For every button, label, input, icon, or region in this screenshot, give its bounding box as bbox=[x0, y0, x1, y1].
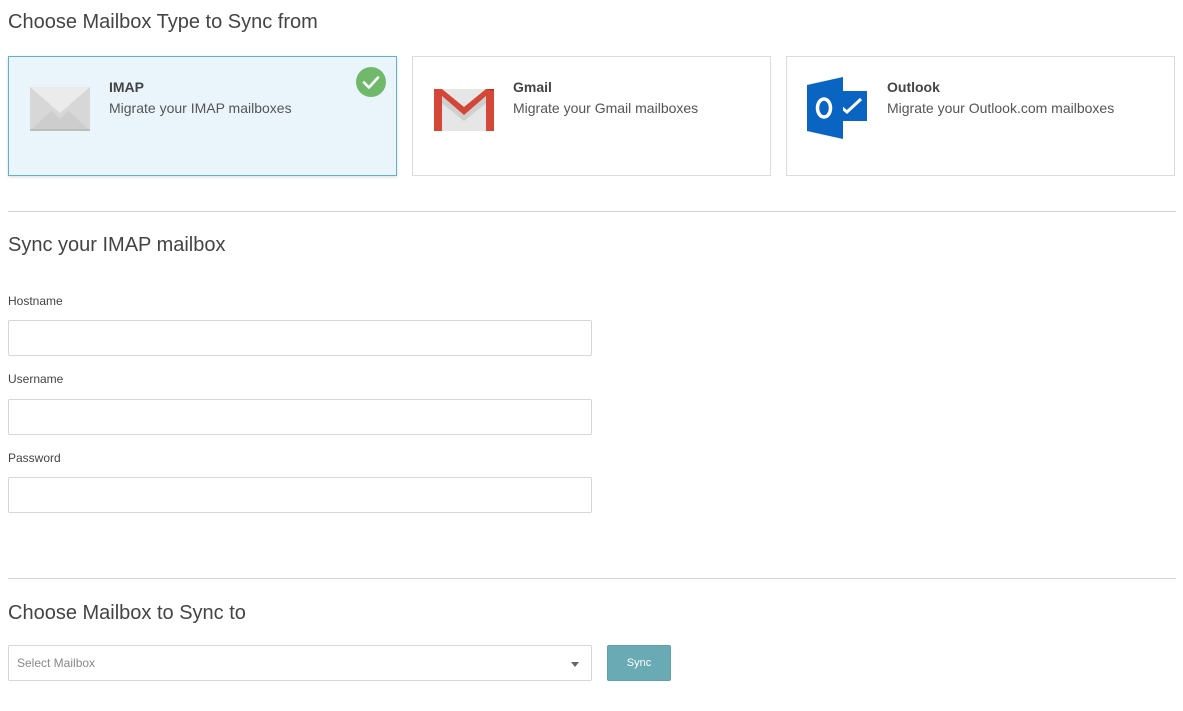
imap-card[interactable]: IMAP Migrate your IMAP mailboxes bbox=[8, 56, 397, 176]
gmail-card[interactable]: Gmail Migrate your Gmail mailboxes bbox=[412, 56, 771, 176]
imap-card-description: Migrate your IMAP mailboxes bbox=[109, 100, 292, 116]
section-divider bbox=[8, 578, 1176, 579]
checkmark-icon bbox=[356, 67, 386, 97]
password-label: Password bbox=[8, 451, 61, 465]
hostname-label: Hostname bbox=[8, 294, 63, 308]
outlook-logo-icon bbox=[807, 77, 869, 139]
gmail-card-title: Gmail bbox=[513, 79, 552, 95]
destination-section-title: Choose Mailbox to Sync to bbox=[8, 602, 246, 624]
sync-button[interactable]: Sync bbox=[607, 645, 671, 681]
password-input[interactable] bbox=[8, 477, 592, 513]
username-label: Username bbox=[8, 372, 64, 386]
envelope-icon bbox=[29, 77, 91, 139]
gmail-logo-icon bbox=[433, 77, 495, 139]
imap-card-title: IMAP bbox=[109, 79, 144, 95]
username-input[interactable] bbox=[8, 399, 592, 435]
chevron-down-icon bbox=[571, 662, 579, 667]
mailbox-select-placeholder: Select Mailbox bbox=[17, 656, 96, 670]
section-divider bbox=[8, 211, 1176, 212]
mailbox-select[interactable]: Select Mailbox bbox=[8, 645, 592, 681]
hostname-input[interactable] bbox=[8, 320, 592, 356]
sync-mailbox-page: Choose Mailbox Type to Sync from IMAP Mi… bbox=[0, 0, 1183, 711]
mailbox-type-cards: IMAP Migrate your IMAP mailboxes Gmail M… bbox=[8, 56, 1175, 176]
outlook-card[interactable]: Outlook Migrate your Outlook.com mailbox… bbox=[786, 56, 1175, 176]
outlook-card-description: Migrate your Outlook.com mailboxes bbox=[887, 100, 1115, 116]
source-section-title: Choose Mailbox Type to Sync from bbox=[8, 11, 318, 33]
outlook-card-title: Outlook bbox=[887, 79, 940, 95]
imap-form-title: Sync your IMAP mailbox bbox=[8, 234, 226, 256]
gmail-card-description: Migrate your Gmail mailboxes bbox=[513, 100, 699, 116]
